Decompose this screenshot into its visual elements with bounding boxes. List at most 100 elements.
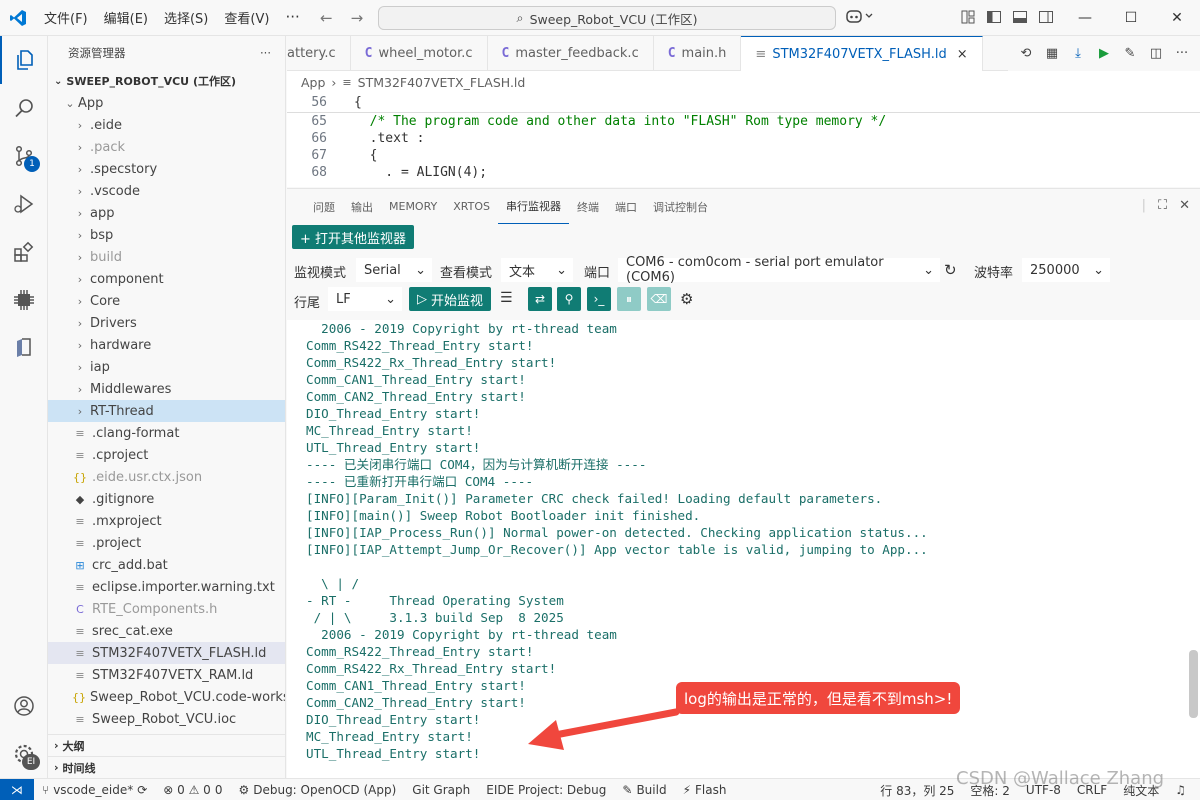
eide-project-status[interactable]: EIDE Project: Debug [478, 783, 614, 797]
close-tab-icon[interactable]: × [957, 47, 968, 62]
code-editor[interactable]: 56 {65 /* The program code and other data… [287, 93, 1200, 187]
tree-folder[interactable]: › hardware [48, 334, 285, 356]
port-select[interactable]: COM6 - com0com - serial port emulator (C… [618, 255, 940, 285]
toggle-secondary-sidebar-icon[interactable] [1038, 9, 1054, 25]
terminal-icon[interactable]: ›_ [587, 287, 611, 311]
tree-folder[interactable]: › build [48, 246, 285, 268]
timeline-section[interactable]: › 时间线 [48, 756, 285, 778]
menu-file[interactable]: 文件(F) [36, 8, 96, 27]
tree-file[interactable]: ◆ .gitignore [48, 488, 285, 510]
tree-file[interactable]: {} .eide.usr.ctx.json [48, 466, 285, 488]
run-icon[interactable]: ▶ [1096, 46, 1112, 62]
clear-icon[interactable]: ⌫ [647, 287, 671, 311]
editor-tab[interactable]: ≡ STM32F407VETX_FLASH.ld × [741, 36, 983, 71]
broom-icon[interactable]: ✎ [1122, 46, 1138, 62]
tree-file[interactable]: ≡ .cproject [48, 444, 285, 466]
menu-more-button[interactable]: ··· [277, 8, 307, 27]
toggle-panel-icon[interactable] [1012, 9, 1028, 25]
close-panel-icon[interactable]: ✕ [1179, 198, 1190, 213]
customize-layout-icon[interactable] [960, 9, 976, 25]
flash-status[interactable]: ⚡ Flash [675, 783, 735, 797]
maximize-panel-icon[interactable]: ⛶ [1158, 198, 1167, 213]
tree-folder[interactable]: › bsp [48, 224, 285, 246]
tree-folder[interactable]: › app [48, 202, 285, 224]
sidebar-more-button[interactable]: ··· [260, 46, 271, 60]
panel-tab[interactable]: 端口 [607, 189, 645, 224]
tree-file[interactable]: ≡ eclipse.importer.warning.txt [48, 576, 285, 598]
monitor-mode-select[interactable]: Serial ⌄ [356, 258, 432, 282]
git-graph-status[interactable]: Git Graph [404, 783, 478, 797]
settings-gear-icon[interactable]: EI [0, 730, 48, 778]
panel-tab[interactable]: MEMORY [381, 189, 445, 224]
branch-status[interactable]: ⑂ vscode_eide* ⟳ [34, 783, 155, 797]
tree-folder[interactable]: › .specstory [48, 158, 285, 180]
build-icon[interactable]: ▦ [1044, 46, 1060, 62]
tree-folder[interactable]: › .pack [48, 136, 285, 158]
baud-select[interactable]: 250000 ⌄ [1022, 258, 1110, 282]
split-editor-icon[interactable]: ◫ [1148, 46, 1164, 62]
forward-arrow-icon[interactable]: → [351, 9, 364, 27]
close-icon[interactable]: ✕ [1154, 0, 1200, 36]
copilot-icon[interactable] [846, 8, 874, 28]
tree-folder[interactable]: › RT-Thread [48, 400, 285, 422]
link-icon[interactable]: ⚲ [557, 287, 581, 311]
editor-tab[interactable]: Cmaster_feedback.c [488, 36, 654, 71]
tree-file[interactable]: ≡ .mxproject [48, 510, 285, 532]
back-arrow-icon[interactable]: ← [320, 9, 333, 27]
pause-icon[interactable]: ⏸ [617, 287, 641, 311]
menu-selection[interactable]: 选择(S) [156, 8, 216, 27]
tree-file[interactable]: {} Sweep_Robot_VCU.code-worksp... [48, 686, 285, 708]
bell-icon[interactable]: ♫ [1167, 783, 1194, 797]
settings-gear-icon[interactable]: ⚙ [680, 290, 693, 308]
minimize-icon[interactable]: — [1062, 0, 1108, 36]
panel-tab[interactable]: XRTOS [445, 189, 498, 224]
tree-file[interactable]: ≡ Sweep_Robot_VCU.ioc [48, 708, 285, 730]
outline-section[interactable]: › 大纲 [48, 734, 285, 756]
start-monitor-button[interactable]: ▷ 开始监视 [409, 287, 492, 311]
panel-tab[interactable]: 问题 [305, 189, 343, 224]
tree-file[interactable]: ≡ .project [48, 532, 285, 554]
account-icon[interactable] [0, 682, 48, 730]
download-icon[interactable]: ⤓ [1070, 46, 1086, 62]
tree-folder[interactable]: › component [48, 268, 285, 290]
breadcrumb-root[interactable]: App [301, 75, 325, 90]
tree-folder-app[interactable]: ⌄ App [48, 92, 285, 114]
explorer-icon[interactable] [0, 36, 48, 84]
cursor-position[interactable]: 行 83，列 25 [872, 782, 962, 799]
tree-folder[interactable]: › iap [48, 356, 285, 378]
maximize-icon[interactable]: ☐ [1108, 0, 1154, 36]
book-icon[interactable] [0, 324, 48, 372]
open-other-monitor-button[interactable]: + 打开其他监视器 [292, 225, 415, 249]
tree-folder[interactable]: › .vscode [48, 180, 285, 202]
tree-file[interactable]: ≡ STM32F407VETX_RAM.ld [48, 664, 285, 686]
menu-view[interactable]: 查看(V) [216, 8, 277, 27]
menu-edit[interactable]: 编辑(E) [96, 8, 156, 27]
tree-file[interactable]: ≡ srec_cat.exe [48, 620, 285, 642]
view-mode-select[interactable]: 文本 ⌄ [501, 258, 573, 282]
editor-tab[interactable]: attery.c [287, 36, 351, 71]
panel-tab[interactable]: 调试控制台 [645, 189, 716, 224]
tree-file[interactable]: ≡ .clang-format [48, 422, 285, 444]
remote-icon[interactable]: ⋊ [0, 778, 34, 800]
tree-folder[interactable]: › Middlewares [48, 378, 285, 400]
search-icon[interactable] [0, 84, 48, 132]
tree-folder[interactable]: › Drivers [48, 312, 285, 334]
run-debug-icon[interactable] [0, 180, 48, 228]
history-icon[interactable]: ⟲ [1018, 46, 1034, 62]
panel-tab[interactable]: 终端 [569, 189, 607, 224]
editor-tab[interactable]: Cmain.h [654, 36, 742, 71]
scrollbar-thumb[interactable] [1189, 650, 1198, 718]
line-end-select[interactable]: LF ⌄ [328, 287, 402, 311]
breadcrumb-file[interactable]: STM32F407VETX_FLASH.ld [358, 75, 526, 90]
panel-tab[interactable]: 串行监视器 [498, 189, 569, 224]
source-control-icon[interactable]: 1 [0, 132, 48, 180]
tree-file[interactable]: ≡ STM32F407VETX_FLASH.ld [48, 642, 285, 664]
workspace-header[interactable]: ⌄ SWEEP_ROBOT_VCU (工作区) [48, 70, 285, 92]
toggle-sidebar-icon[interactable] [986, 9, 1002, 25]
editor-tab[interactable]: Cwheel_motor.c [351, 36, 488, 71]
panel-tab[interactable]: 输出 [343, 189, 381, 224]
toggle-hex-icon[interactable]: ⇄ [528, 287, 552, 311]
more-actions-icon[interactable]: ··· [1174, 46, 1190, 62]
tree-folder[interactable]: › .eide [48, 114, 285, 136]
tree-file[interactable]: C RTE_Components.h [48, 598, 285, 620]
